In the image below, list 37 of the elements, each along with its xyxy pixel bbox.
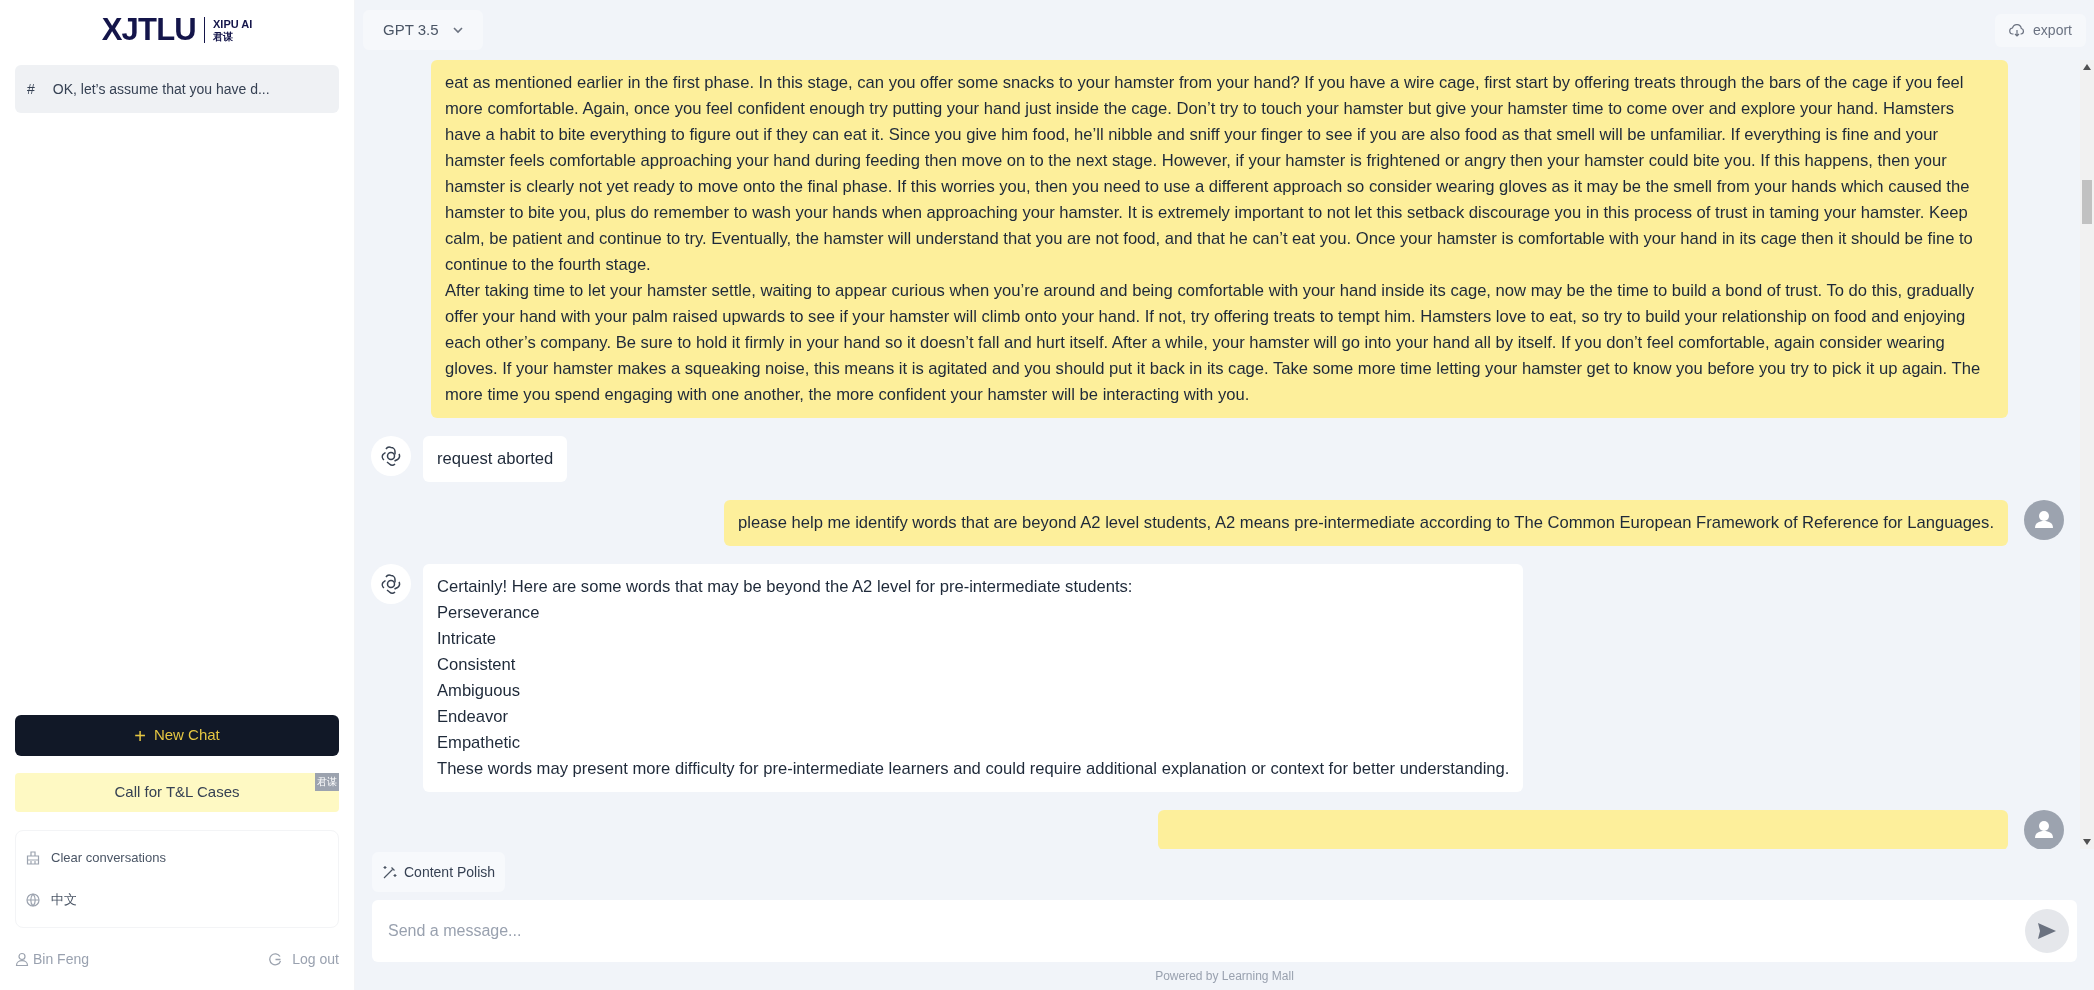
banner-text: Call for T&L Cases xyxy=(114,782,240,803)
logo-subtitle-cn: 君谋 xyxy=(213,31,234,42)
new-chat-button[interactable]: + New Chat xyxy=(15,715,339,756)
message-input[interactable]: Send a message... xyxy=(372,900,2077,962)
cloud-download-icon xyxy=(2009,23,2026,37)
magic-wand-icon xyxy=(382,864,398,880)
send-icon xyxy=(2037,922,2057,940)
language-button[interactable]: 中文 xyxy=(16,879,338,921)
user-message-bubble: eat as mentioned earlier in the first phase. In this stage, can you offer some snacks to your hamster from your hand? If you have a wire cage, first start by offering treats through the bars of the cage if you feel more comfortable. Again, once you feel confident enough try putting your hand just inside the cage. Don’t try to touch your hamster but give your hamster time to come over and explore your hand. Hamsters have a habit to bite everything to figure out if they can eat it. Since you give him food, he’ll nibble and sniff your finger to see if you are also food as that smell will be unfamiliar. If everything is fine and your hamster feels comfortable approaching your hand during feeding then move on to the next stage. However, if your hamster is frightened or angry then your hamster could bite you. If this happens, then your hamster is clearly not yet ready to move onto the final phase. If this worries you, then you need to use a different approach so consider wearing gloves as it may be the smell from your hands which caused the hamster to bite you, plus do remember to wash your hands when approaching your hamster. It is extremely important to not let this setback discourage you in this process of trust in taming your hamster. Keep calm, be patient and continue to try. Eventually, the hamster will understand that you are not food, and that he can’t eat you. Once your hamster is comfortable with your hand in its cage then it should be fine to continue to the fourth stage. After taking time to let your hamster settle, waiting to appear curious when you’re around and being comfortable with your hand inside its cage, now may be the time to build a bond of trust. To do this, gradually offer your hand with your palm raised upwards to see if your hamster will climb onto your hand. If not, try offering treats to tempt him. Hamsters love to eat, so try to build your relationship on food and enjoying each other’s company. Be sure to hold it firmly in your hand so it doesn’t fall and hurt itself. After a while, your hamster will go into your hand all by itself. If you don’t feel comfortable, again consider wearing gloves. If your hamster makes a squeaking noise, this means it is agitated and you should put it back in its cage. Take some more time letting your hamster get to know you before you try to pick it up again. The more time you spend engaging with one another, the more confident your hamster will be interacting with you. xyxy=(431,60,2008,418)
export-button[interactable]: export xyxy=(1995,13,2086,47)
conversation-item[interactable]: # OK, let’s assume that you have d... xyxy=(15,65,339,113)
user-avatar-icon xyxy=(2024,810,2064,849)
corner-badge: 君谋 xyxy=(315,773,339,791)
logo-text: XJTLU xyxy=(101,10,196,49)
user-message-bubble: please help me identify words that are beyond A2 level students, A2 means pre-intermediate according to The Common European Framework of Reference for Languages. xyxy=(724,500,2008,546)
call-for-cases-banner[interactable]: Call for T&L Cases 君谋 xyxy=(15,773,339,812)
footer-text: Powered by Learning Mall xyxy=(1155,968,1294,985)
scroll-down-icon[interactable] xyxy=(2083,839,2091,845)
user-name: Bin Feng xyxy=(33,949,90,969)
user-icon xyxy=(15,952,29,966)
logo-subtitle: XIPU AI xyxy=(213,18,253,30)
user-avatar-icon xyxy=(2024,500,2064,540)
logout-icon xyxy=(269,952,283,966)
brush-icon xyxy=(26,851,40,865)
hash-icon: # xyxy=(27,78,35,100)
caret-icon xyxy=(452,26,463,34)
scroll-up-icon[interactable] xyxy=(2083,64,2091,70)
globe-icon xyxy=(26,893,40,907)
bot-logo-icon xyxy=(380,573,402,595)
model-dropdown[interactable]: GPT 3.5 xyxy=(363,10,483,50)
bot-logo-icon xyxy=(380,445,402,467)
clear-conversations-button[interactable]: Clear conversations xyxy=(16,837,338,879)
content-polish-button[interactable]: Content Polish xyxy=(372,852,506,892)
conversation-title: OK, let’s assume that you have d... xyxy=(52,79,270,99)
assistant-message-bubble: Certainly! Here are some words that may be beyond the A2 level for pre-intermediate students: Perseverance Intricate Consistent Ambiguous Endeavor Empathetic These words may present more difficulty for pre-intermediate learners and could require additional explanation or context for better understanding. xyxy=(423,564,1524,792)
assistant-message-bubble: request aborted xyxy=(423,436,568,482)
scrollbar-thumb[interactable] xyxy=(2082,180,2092,224)
